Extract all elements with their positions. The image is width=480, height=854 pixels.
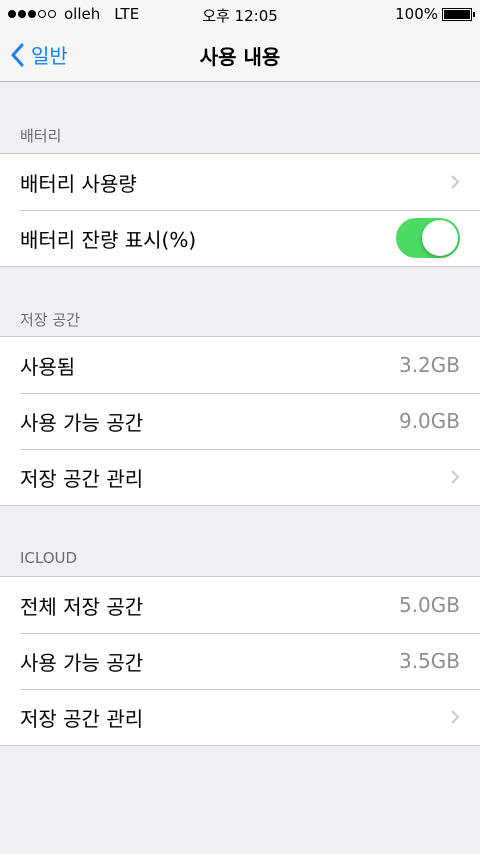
status-right: 100% [395, 5, 475, 23]
section-header-battery: 배터리 [20, 127, 62, 145]
page-title: 사용 내용 [199, 45, 281, 69]
icloud-available-row: 사용 가능 공간 3.5GB [0, 633, 480, 689]
icloud-available-value: 3.5GB [398, 649, 460, 673]
storage-manage-row[interactable]: 저장 공간 관리 [0, 449, 480, 505]
battery-percentage-row: 배터리 잔량 표시(%) [0, 210, 480, 266]
storage-available-label: 사용 가능 공간 [20, 410, 144, 435]
battery-percentage-label: 배터리 잔량 표시(%) [20, 227, 197, 252]
toggle-knob [422, 220, 458, 256]
icloud-group: 전체 저장 공간 5.0GB 사용 가능 공간 3.5GB 저장 공간 관리 [0, 576, 480, 746]
battery-percentage-toggle[interactable] [396, 218, 460, 258]
icloud-total-value: 5.0GB [398, 593, 460, 617]
icloud-total-label: 전체 저장 공간 [20, 594, 144, 619]
battery-percent: 100% [395, 5, 438, 23]
battery-icon [442, 7, 475, 21]
storage-used-label: 사용됨 [20, 354, 76, 379]
storage-used-row: 사용됨 3.2GB [0, 337, 480, 393]
navigation-bar: 일반 사용 내용 [0, 28, 480, 82]
chevron-right-icon [451, 710, 460, 724]
icloud-total-row: 전체 저장 공간 5.0GB [0, 577, 480, 633]
storage-available-row: 사용 가능 공간 9.0GB [0, 393, 480, 449]
icloud-manage-row[interactable]: 저장 공간 관리 [0, 689, 480, 745]
section-header-storage: 저장 공간 [20, 311, 80, 329]
icloud-manage-label: 저장 공간 관리 [20, 706, 144, 731]
chevron-right-icon [451, 470, 460, 484]
status-bar: olleh LTE 오후 12:05 100% [0, 0, 480, 28]
chevron-right-icon [451, 175, 460, 189]
battery-group: 배터리 사용량 배터리 잔량 표시(%) [0, 153, 480, 267]
storage-group: 사용됨 3.2GB 사용 가능 공간 9.0GB 저장 공간 관리 [0, 336, 480, 506]
storage-manage-label: 저장 공간 관리 [20, 466, 144, 491]
storage-used-value: 3.2GB [398, 353, 460, 377]
battery-usage-row[interactable]: 배터리 사용량 [0, 154, 480, 210]
icloud-available-label: 사용 가능 공간 [20, 650, 144, 675]
section-header-icloud: ICLOUD [20, 549, 78, 567]
battery-usage-label: 배터리 사용량 [20, 171, 137, 196]
storage-available-value: 9.0GB [398, 409, 460, 433]
